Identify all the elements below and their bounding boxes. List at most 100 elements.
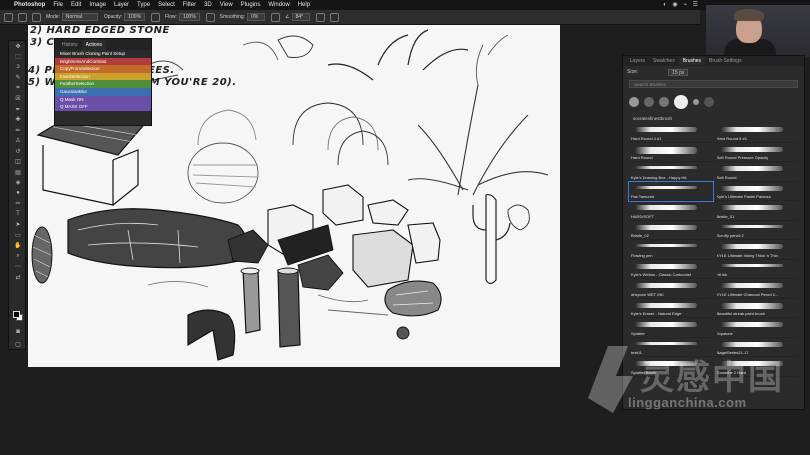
action-item[interactable]: BrightnessAndContrast	[55, 57, 151, 66]
action-item[interactable]: InvertSelection	[55, 72, 151, 81]
brush-preset-selected[interactable]: Flat Tamured	[628, 180, 714, 202]
brush-group-folder[interactable]: socratesfinestbrush	[623, 114, 804, 123]
foreground-color-swatch[interactable]	[13, 311, 20, 318]
more-tools-icon[interactable]: ⋯	[9, 262, 27, 273]
brush-preset[interactable]: Splatter	[629, 318, 713, 338]
shape-tool-icon[interactable]: ▭	[9, 230, 27, 241]
quick-mask-icon[interactable]: ◙	[9, 327, 27, 338]
menu-view[interactable]: View	[220, 2, 233, 8]
eraser-tool-icon[interactable]: ◫	[9, 157, 27, 168]
healing-tool-icon[interactable]: ✚	[9, 115, 27, 126]
angle-input[interactable]: 84°	[291, 13, 310, 21]
menu-filter[interactable]: Filter	[183, 2, 196, 8]
brush-preset[interactable]: Hard Round 4 #1	[629, 123, 713, 143]
brush-preset[interactable]: ahsyoon WET INK	[629, 279, 713, 299]
history-brush-icon[interactable]: ↺	[9, 146, 27, 157]
brush-tip-icon[interactable]	[644, 97, 654, 107]
menu-file[interactable]: File	[53, 2, 63, 8]
action-item[interactable]: Q Mask ON	[55, 95, 151, 104]
gradient-tool-icon[interactable]: ▤	[9, 167, 27, 178]
menu-type[interactable]: Type	[137, 2, 150, 8]
menu-select[interactable]: Select	[158, 2, 175, 8]
action-item[interactable]: Q MASK OFF	[55, 103, 151, 111]
brush-preset[interactable]: Kyle's Drawing Box - Happy Hit	[629, 162, 713, 182]
brush-tip-icon[interactable]	[704, 97, 714, 107]
airbrush-icon[interactable]	[205, 12, 215, 22]
hand-tool-icon[interactable]: ✋	[9, 241, 27, 252]
pressure-size-icon[interactable]	[315, 12, 325, 22]
menu-help[interactable]: Help	[298, 2, 310, 8]
brush-preset[interactable]: Soft Round Pressure Opacity	[714, 143, 798, 162]
tab-actions[interactable]: Actions	[81, 39, 106, 50]
brush-preset[interactable]: Jopalone	[714, 318, 798, 338]
brush-tip-icon[interactable]	[674, 95, 688, 109]
blur-tool-icon[interactable]: ◈	[9, 178, 27, 189]
presenter-hair	[734, 9, 764, 21]
quick-select-tool-icon[interactable]: ✎	[9, 73, 27, 84]
brush-preset[interactable]: HARD/SOFT	[629, 201, 713, 221]
menu-window[interactable]: Window	[268, 2, 289, 8]
brush-tip-icon[interactable]	[659, 97, 669, 107]
menu-plugins[interactable]: Plugins	[241, 2, 261, 8]
brush-tool-icon[interactable]: ✏	[9, 125, 27, 136]
brush-size-input[interactable]: 15 px	[668, 68, 689, 76]
menu-3d[interactable]: 3D	[204, 2, 212, 8]
action-item[interactable]: Mixer Brush Cloning Paint Setup	[55, 50, 151, 58]
brush-preset-picker-icon[interactable]	[32, 12, 41, 22]
crop-tool-icon[interactable]: ⌗	[9, 83, 27, 94]
brush-preset[interactable]: Bristle_01	[714, 201, 798, 221]
brush-preset[interactable]: Hard Round 5 #1	[714, 123, 798, 143]
menu-edit[interactable]: Edit	[71, 2, 81, 8]
brush-preset[interactable]: Bristle_02	[629, 221, 713, 240]
frame-tool-icon[interactable]: ☒	[9, 94, 27, 105]
stamp-tool-icon[interactable]: ♙	[9, 136, 27, 147]
brush-preset[interactable]: Soft Round	[714, 162, 798, 182]
brush-preset[interactable]: Kyle's Eraser - Natural Edge	[629, 299, 713, 318]
brush-tip-icon[interactable]	[693, 99, 699, 105]
tab-brushes[interactable]: Brushes	[678, 57, 706, 65]
pen-tool-icon[interactable]: ✑	[9, 199, 27, 210]
brush-search-input[interactable]: Search Brushes	[629, 80, 798, 88]
brush-preset[interactable]: Hard Round	[629, 143, 713, 162]
dodge-tool-icon[interactable]: ●	[9, 188, 27, 199]
opacity-input[interactable]: 100%	[124, 13, 146, 21]
action-item[interactable]: GaussianBlur	[55, 87, 151, 96]
flow-input[interactable]: 100%	[179, 13, 200, 21]
home-icon[interactable]	[4, 12, 13, 22]
brush-preset[interactable]: KYLE Ultimate Charcoal Pencil 2...	[714, 279, 798, 299]
action-item[interactable]: CopyFromSelection	[55, 65, 151, 73]
swap-colors-icon[interactable]: ⇄	[9, 272, 27, 283]
menu-layer[interactable]: Layer	[114, 2, 129, 8]
eyedropper-tool-icon[interactable]: ✒	[9, 104, 27, 115]
brush-preset[interactable]: Flowing pen	[629, 240, 713, 260]
marquee-tool-icon[interactable]: ⬚	[9, 52, 27, 63]
mode-select[interactable]: Normal	[61, 13, 98, 21]
brush-preset[interactable]: Kyle's Ultimate Pastel Palooza	[714, 182, 798, 201]
tab-layers[interactable]: Layers	[626, 57, 649, 65]
brush-preset[interactable]: KYLE Ultimate Inking Thick 'n Thin	[714, 240, 798, 260]
brush-preset[interactable]: hit ink	[714, 260, 798, 279]
type-tool-icon[interactable]: T	[9, 209, 27, 220]
tab-swatches[interactable]: Swatches	[649, 57, 679, 65]
zoom-tool-icon[interactable]: ⌕	[9, 251, 27, 262]
action-item[interactable]: FeatherSelection	[55, 80, 151, 88]
menu-image[interactable]: Image	[89, 2, 106, 8]
menu-app-name[interactable]: Photoshop	[14, 2, 45, 8]
brush-tool-icon[interactable]	[18, 12, 27, 22]
angle-control: ∠ 84°	[285, 13, 310, 21]
mode-label: Mode:	[46, 14, 60, 20]
tab-history[interactable]: History	[58, 40, 82, 50]
symmetry-icon[interactable]	[329, 12, 339, 22]
brush-preset[interactable]: Beautiful streak paint brush	[714, 299, 798, 318]
brush-tip-icon[interactable]	[629, 97, 639, 107]
brush-preset[interactable]: Scruffy pencil 2	[714, 221, 798, 240]
path-select-tool-icon[interactable]: ➤	[9, 220, 27, 231]
lasso-tool-icon[interactable]: ↄ	[9, 62, 27, 73]
smoothing-settings-icon[interactable]	[271, 12, 281, 22]
screen-mode-icon[interactable]: ▢	[9, 339, 27, 350]
tab-brush-settings[interactable]: Brush Settings	[705, 57, 746, 65]
brush-preset[interactable]: Kyle's Webos - Classic Cartoonist	[629, 260, 713, 279]
pressure-opacity-icon[interactable]	[151, 12, 161, 22]
smoothing-input[interactable]: 0%	[247, 13, 266, 21]
move-tool-icon[interactable]: ✥	[9, 41, 27, 52]
